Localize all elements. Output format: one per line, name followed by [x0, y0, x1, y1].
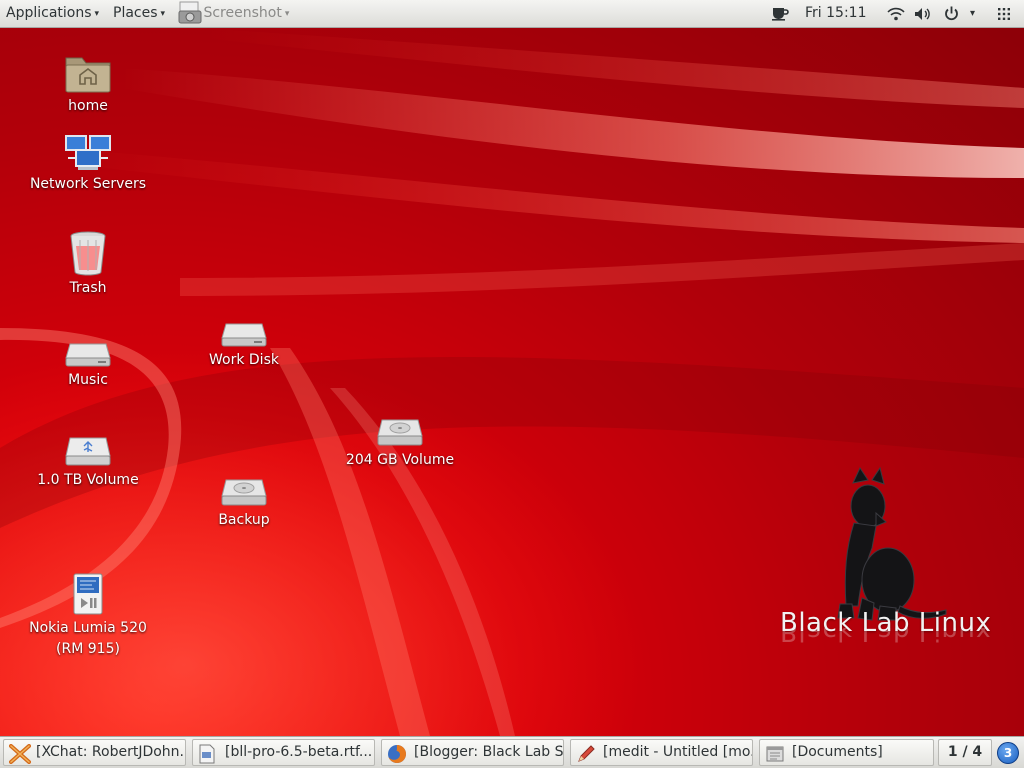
taskbar-item-documents[interactable]: [Documents] [759, 739, 934, 766]
file-manager-icon [766, 746, 784, 762]
taskbar-item-label: [Documents] [792, 744, 883, 760]
app-grid-icon[interactable] [998, 8, 1010, 20]
desktop[interactable]: home Network Servers Trash Music 1.0 TB … [0, 28, 1024, 736]
power-icon[interactable] [944, 6, 959, 21]
camera-icon [178, 1, 202, 24]
chevron-down-icon: ▾ [284, 9, 290, 19]
taskbar-item-xchat[interactable]: [XChat: RobertJDohn... [3, 739, 186, 766]
taskbar-item-firefox[interactable]: [Blogger: Black Lab S... [381, 739, 564, 766]
chevron-down-icon: ▾ [94, 9, 100, 19]
desktop-icon-network-servers[interactable]: Network Servers [23, 132, 153, 195]
taskbar-item-label: [XChat: RobertJDohn... [36, 744, 186, 760]
desktop-icon-label: 1.0 TB Volume [37, 472, 139, 488]
chevron-down-icon: ▾ [970, 8, 976, 19]
desktop-icon-label: Nokia Lumia 520 (RM 915) [29, 620, 147, 657]
clock[interactable]: Fri 15:11 [805, 0, 866, 27]
applications-menu[interactable]: Applications ▾ [6, 0, 99, 27]
trash-icon [70, 231, 106, 276]
home-folder-icon [65, 57, 111, 93]
desktop-icon-label: Work Disk [209, 352, 279, 368]
desktop-icon-home[interactable]: home [23, 50, 153, 117]
desktop-icon-work-disk[interactable]: Work Disk [179, 318, 309, 371]
taskbar-item-label: [bll-pro-6.5-beta.rtf... [225, 744, 373, 760]
chevron-down-icon: ▾ [160, 9, 166, 19]
xchat-icon [9, 744, 31, 764]
clock-label: Fri 15:11 [805, 5, 867, 21]
desktop-icon-trash[interactable]: Trash [23, 230, 153, 299]
workspace-switcher[interactable]: 1 / 4 [938, 739, 992, 766]
brand-logo: Black Lab Linux Black Lab Linux [780, 608, 1000, 646]
drive-icon [221, 323, 267, 347]
media-player-icon [73, 573, 103, 615]
places-menu-label: Places [113, 5, 158, 21]
taskbar-item-medit[interactable]: [medit - Untitled [mo... [570, 739, 753, 766]
active-app-label: Screenshot [203, 5, 282, 21]
notification-count: 3 [1003, 746, 1013, 760]
desktop-icon-label: Trash [69, 280, 107, 296]
active-app-menu[interactable]: Screenshot ▾ [178, 0, 289, 27]
places-menu[interactable]: Places ▾ [113, 0, 165, 27]
desktop-icon-204gb-volume[interactable]: 204 GB Volume [335, 416, 465, 471]
taskbar-item-label: [Blogger: Black Lab S... [414, 744, 564, 760]
notification-badge[interactable]: 3 [997, 742, 1019, 764]
desktop-icon-label: 204 GB Volume [345, 452, 455, 468]
desktop-icon-label: home [68, 98, 108, 114]
system-menu-arrow[interactable]: ▾ [970, 0, 975, 27]
desktop-icon-nokia-lumia[interactable]: Nokia Lumia 520 (RM 915) [23, 572, 153, 660]
usb-drive-icon [65, 437, 111, 466]
desktop-icon-music[interactable]: Music [23, 338, 153, 391]
desktop-icon-label: Music [68, 372, 108, 388]
bottom-panel: [XChat: RobertJDohn... [bll-pro-6.5-beta… [0, 736, 1024, 768]
hard-disk-icon [221, 479, 267, 506]
medit-pen-icon [578, 745, 595, 762]
wifi-icon[interactable] [887, 7, 905, 21]
applications-menu-label: Applications [6, 5, 92, 21]
workspace-label: 1 / 4 [947, 744, 983, 760]
desktop-icon-1tb-volume[interactable]: 1.0 TB Volume [23, 434, 153, 491]
brand-text-reflection: Black Lab Linux [780, 628, 992, 646]
desktop-icon-label: Backup [218, 512, 270, 528]
document-icon [199, 744, 215, 764]
top-panel: Applications ▾ Places ▾ Screenshot ▾ Fri 15… [0, 0, 1024, 28]
coffee-cup-icon[interactable] [771, 7, 789, 21]
firefox-icon [388, 745, 406, 763]
desktop-icon-backup[interactable]: Backup [179, 476, 309, 531]
volume-icon[interactable] [914, 7, 932, 21]
taskbar-item-rtf-document[interactable]: [bll-pro-6.5-beta.rtf... [192, 739, 375, 766]
desktop-icon-label: Network Servers [29, 176, 147, 192]
hard-disk-icon [377, 419, 423, 446]
taskbar-item-label: [medit - Untitled [mo... [603, 744, 753, 760]
network-servers-icon [65, 135, 111, 170]
drive-icon [65, 343, 111, 367]
